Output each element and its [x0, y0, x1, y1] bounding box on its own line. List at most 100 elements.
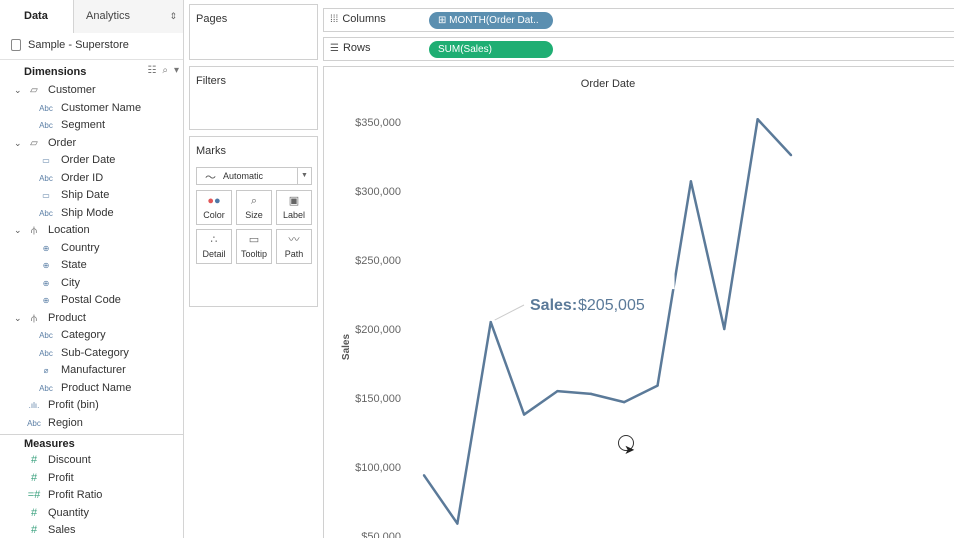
field-country[interactable]: ⊕ Country — [0, 240, 183, 258]
chevron-down-icon: ▼ — [297, 168, 311, 184]
y-tick-label: $350,000 — [355, 117, 401, 129]
abc-string-icon: Abc — [39, 208, 53, 218]
size-icon: ⌕ — [250, 195, 258, 207]
field-postal-code[interactable]: ⊕ Postal Code — [0, 292, 183, 310]
columns-label-text: Columns — [342, 13, 386, 25]
bin-histogram-icon: .ılı. — [28, 401, 40, 410]
pages-card-title: Pages — [196, 13, 228, 25]
measure-profit[interactable]: # Profit — [0, 470, 183, 488]
measure-sales[interactable]: # Sales — [0, 522, 183, 538]
line-mark-icon: 〜 — [205, 172, 216, 184]
marks-tooltip-label: Tooltip — [240, 249, 267, 259]
mark-type-select[interactable]: 〜 Automatic ▼ — [196, 167, 312, 185]
sales-line — [422, 117, 792, 525]
tab-analytics[interactable]: Analytics ⇕ — [73, 0, 183, 33]
field-label: Country — [61, 241, 100, 254]
field-label: Quantity — [48, 506, 89, 519]
y-tick-label: $300,000 — [355, 186, 401, 198]
marks-path-label: Path — [284, 249, 304, 259]
columns-icon: ⁞⁞⁞ — [330, 14, 339, 25]
rows-shelf[interactable]: ☰ Rows SUM(Sales) — [323, 37, 954, 61]
marks-size-label: Size — [245, 210, 263, 220]
data-point — [422, 474, 426, 477]
columns-shelf-label: ⁞⁞⁞ Columns — [330, 13, 386, 25]
data-point — [656, 384, 659, 387]
field-label: State — [61, 259, 87, 271]
globe-icon: ⊕ — [42, 278, 50, 288]
y-tick-label: $250,000 — [355, 255, 401, 267]
abc-string-icon: Abc — [39, 383, 53, 393]
calculated-number-icon: =# — [27, 489, 41, 501]
columns-pill[interactable]: ⊞ MONTH(Order Dat.. — [429, 12, 553, 29]
field-product-name[interactable]: Abc Product Name — [0, 380, 183, 398]
field-manufacturer[interactable]: ⌀ Manufacturer — [0, 362, 183, 380]
abc-string-icon: Abc — [39, 103, 53, 113]
measure-quantity[interactable]: # Quantity — [0, 505, 183, 523]
field-category[interactable]: Abc Category — [0, 327, 183, 345]
y-tick-label: $150,000 — [355, 393, 401, 405]
search-icon[interactable]: ⌕ — [162, 65, 168, 76]
field-sub-category[interactable]: Abc Sub-Category — [0, 345, 183, 363]
view-list-icon[interactable]: ☷ — [147, 65, 156, 76]
filters-card[interactable]: Filters — [189, 66, 318, 130]
field-segment[interactable]: Abc Segment — [0, 117, 183, 135]
globe-icon: ⊕ — [42, 261, 50, 270]
field-label: Location — [48, 224, 90, 236]
measure-discount[interactable]: # Discount — [0, 452, 183, 470]
number-icon: # — [30, 506, 38, 519]
marks-color-button[interactable]: ●● Color — [196, 190, 232, 225]
line-chart: Order Date $350,000 $300,000 $250,000 $200,0… — [341, 78, 793, 538]
rows-pill[interactable]: SUM(Sales) — [429, 41, 553, 58]
dimensions-header: Dimensions ☷ ⌕ ▾ — [0, 62, 183, 82]
data-point — [622, 400, 626, 404]
field-ship-mode[interactable]: Abc Ship Mode — [0, 205, 183, 223]
abc-string-icon: Abc — [39, 348, 53, 358]
field-state[interactable]: ⊕ State — [0, 257, 183, 275]
marks-path-button[interactable]: 〰 Path — [276, 229, 312, 264]
measure-profit-ratio[interactable]: =# Profit Ratio — [0, 487, 183, 505]
database-icon — [11, 39, 21, 51]
pages-card[interactable]: Pages — [189, 4, 318, 60]
folder-order[interactable]: ⌄ ▱ Order — [0, 135, 183, 153]
marks-size-button[interactable]: ⌕ Size — [236, 190, 272, 225]
field-label: Order ID — [61, 171, 104, 184]
chevron-down-icon[interactable]: ⌄ — [14, 135, 22, 153]
y-tick-label: $50,000 — [361, 531, 401, 538]
columns-shelf[interactable]: ⁞⁞⁞ Columns ⊞ MONTH(Order Dat.. — [323, 8, 954, 32]
number-icon: # — [30, 471, 38, 484]
field-order-id[interactable]: Abc Order ID — [0, 170, 183, 188]
globe-icon: ⊕ — [42, 243, 50, 253]
marks-tooltip-button[interactable]: ▭ Tooltip — [236, 229, 272, 264]
field-ship-date[interactable]: ▭ Ship Date — [0, 187, 183, 205]
data-pane: Data Analytics ⇕ Sample - Superstore Dim… — [0, 0, 184, 538]
calendar-icon: ▭ — [42, 156, 50, 165]
marks-detail-button[interactable]: ∴ Detail — [196, 229, 232, 264]
folder-location[interactable]: ⌄ ⫛ Location — [0, 222, 183, 240]
sort-updown-icon[interactable]: ⇕ — [169, 0, 177, 32]
hierarchy-icon: ⫛ — [31, 225, 37, 236]
field-profit-bin-[interactable]: .ılı. Profit (bin) — [0, 397, 183, 415]
chart-view[interactable]: Order Date $350,000 $300,000 $250,000 $200,0… — [323, 66, 954, 538]
annotation-label: Sales: — [530, 297, 577, 314]
field-order-date[interactable]: ▭ Order Date — [0, 152, 183, 170]
folder-product[interactable]: ⌄ ⫛ Product — [0, 310, 183, 328]
field-customer-name[interactable]: Abc Customer Name — [0, 100, 183, 118]
detail-icon: ∴ — [210, 234, 218, 246]
field-label: Segment — [61, 119, 106, 131]
chevron-down-icon[interactable]: ⌄ — [14, 222, 22, 240]
marks-label-button[interactable]: ▣ Label — [276, 190, 312, 225]
datasource-item[interactable]: Sample - Superstore — [0, 33, 183, 60]
abc-string-icon: Abc — [39, 121, 53, 130]
field-city[interactable]: ⊕ City — [0, 275, 183, 293]
menu-dropdown-icon[interactable]: ▾ — [174, 65, 179, 76]
tab-data[interactable]: Data — [0, 0, 73, 33]
path-icon: 〰 — [288, 234, 300, 246]
chevron-down-icon[interactable]: ⌄ — [14, 310, 22, 328]
field-label: Region — [48, 416, 83, 429]
rows-shelf-label: ☰ Rows — [330, 42, 370, 54]
field-label: City — [61, 276, 80, 289]
field-region[interactable]: Abc Region — [0, 415, 183, 433]
data-point — [589, 392, 593, 396]
chevron-down-icon[interactable]: ⌄ — [14, 82, 22, 100]
folder-customer[interactable]: ⌄ ▱ Customer — [0, 82, 183, 100]
